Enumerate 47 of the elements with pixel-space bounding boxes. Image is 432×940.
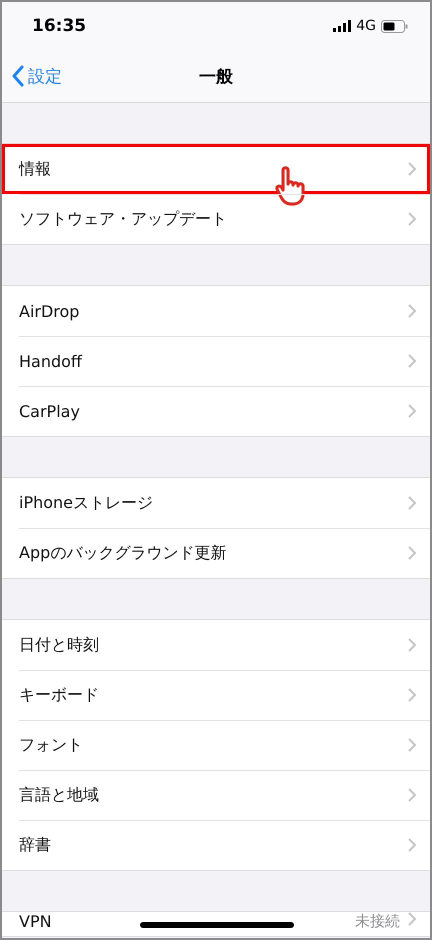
- chevron-icon: [408, 304, 416, 318]
- nav-title: 一般: [199, 66, 233, 88]
- network-label: 4G: [356, 18, 376, 34]
- chevron-icon: [408, 404, 416, 418]
- row-label: Appのバックグラウンド更新: [19, 542, 226, 564]
- back-button[interactable]: 設定: [2, 64, 62, 88]
- row-label: VPN: [19, 912, 52, 931]
- settings-row[interactable]: 情報: [2, 144, 430, 194]
- settings-row[interactable]: Handoff: [2, 336, 430, 386]
- status-time: 16:35: [32, 16, 86, 36]
- back-chevron-icon: [12, 65, 24, 87]
- chevron-icon: [408, 788, 416, 802]
- chevron-icon: [408, 738, 416, 752]
- chevron-icon: [408, 638, 416, 652]
- settings-row[interactable]: フォント: [2, 720, 430, 770]
- chevron-icon: [408, 838, 416, 852]
- row-label: キーボード: [19, 684, 99, 706]
- chevron-icon: [408, 162, 416, 176]
- settings-row[interactable]: CarPlay: [2, 386, 430, 436]
- row-label: ソフトウェア・アップデート: [19, 208, 227, 230]
- settings-row[interactable]: 辞書: [2, 820, 430, 870]
- chevron-icon: [408, 496, 416, 510]
- row-label: Handoff: [19, 352, 82, 370]
- row-label: AirDrop: [19, 302, 80, 320]
- settings-row[interactable]: 日付と時刻: [2, 620, 430, 670]
- chevron-icon: [408, 212, 416, 226]
- settings-row[interactable]: AirDrop: [2, 286, 430, 336]
- battery-icon: [381, 20, 408, 32]
- row-label: iPhoneストレージ: [19, 492, 154, 514]
- settings-row[interactable]: ソフトウェア・アップデート: [2, 194, 430, 244]
- settings-row[interactable]: VPN 未接続: [2, 912, 430, 936]
- row-label: 日付と時刻: [19, 634, 99, 656]
- settings-row[interactable]: Appのバックグラウンド更新: [2, 528, 430, 578]
- chevron-icon: [408, 354, 416, 368]
- row-label: 辞書: [19, 834, 51, 856]
- chevron-icon: [408, 912, 416, 926]
- signal-icon: [333, 20, 352, 32]
- row-value: 未接続: [355, 912, 400, 931]
- settings-row[interactable]: 言語と地域: [2, 770, 430, 820]
- chevron-icon: [408, 688, 416, 702]
- settings-row[interactable]: キーボード: [2, 670, 430, 720]
- row-label: CarPlay: [19, 402, 80, 420]
- chevron-icon: [408, 546, 416, 560]
- row-label: フォント: [19, 734, 83, 756]
- settings-row[interactable]: iPhoneストレージ: [2, 478, 430, 528]
- row-label: 情報: [19, 158, 51, 180]
- row-label: 言語と地域: [19, 784, 99, 806]
